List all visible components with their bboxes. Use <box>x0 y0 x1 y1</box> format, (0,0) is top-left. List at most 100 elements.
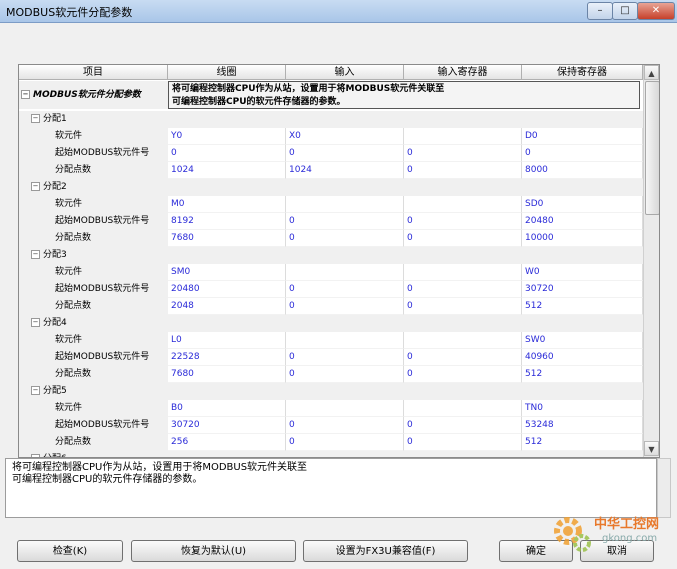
table-row[interactable]: 起始MODBUS软元件号 20480 0 0 30720 <box>19 281 643 298</box>
value-cell[interactable]: 512 <box>522 366 643 383</box>
collapse-icon[interactable]: − <box>21 90 30 99</box>
value-cell[interactable]: L0 <box>168 332 286 349</box>
value-cell[interactable] <box>404 264 522 281</box>
value-cell[interactable] <box>404 196 522 213</box>
cancel-button[interactable]: 取消 <box>580 540 654 562</box>
group-row[interactable]: −分配6 <box>19 451 643 457</box>
value-cell[interactable]: 53248 <box>522 417 643 434</box>
minimize-button[interactable]: – <box>587 2 613 20</box>
value-cell[interactable]: 2048 <box>168 298 286 315</box>
value-cell[interactable]: 1024 <box>286 162 404 179</box>
value-cell[interactable]: Y0 <box>168 128 286 145</box>
value-cell[interactable]: 30720 <box>522 281 643 298</box>
group-row[interactable]: − 分配5 <box>19 383 643 400</box>
value-cell[interactable]: SW0 <box>522 332 643 349</box>
value-cell[interactable]: 256 <box>168 434 286 451</box>
value-cell[interactable]: 40960 <box>522 349 643 366</box>
group-row[interactable]: − 分配4 <box>19 315 643 332</box>
scroll-thumb[interactable] <box>645 81 659 215</box>
group-row[interactable]: − 分配2 <box>19 179 643 196</box>
value-cell[interactable]: 7680 <box>168 366 286 383</box>
value-cell[interactable] <box>404 400 522 417</box>
table-row[interactable]: 软元件 L0 SW0 <box>19 332 643 349</box>
collapse-icon[interactable]: − <box>31 114 40 123</box>
restore-default-button[interactable]: 恢复为默认(U) <box>131 540 296 562</box>
value-cell[interactable]: 30720 <box>168 417 286 434</box>
close-button[interactable]: ✕ <box>637 2 675 20</box>
grid-vertical-scrollbar[interactable]: ▲ ▼ <box>643 65 659 457</box>
scroll-up-arrow-icon[interactable]: ▲ <box>644 65 659 80</box>
table-row[interactable]: 软元件 M0 SD0 <box>19 196 643 213</box>
value-cell[interactable] <box>286 332 404 349</box>
value-cell[interactable]: 0 <box>404 366 522 383</box>
value-cell[interactable]: 0 <box>168 145 286 162</box>
collapse-icon[interactable]: − <box>31 386 40 395</box>
column-header-input-register[interactable]: 输入寄存器 <box>404 65 522 80</box>
table-row[interactable]: 分配点数 2048 0 0 512 <box>19 298 643 315</box>
column-header-item[interactable]: 项目 <box>19 65 168 80</box>
value-cell[interactable] <box>286 196 404 213</box>
value-cell[interactable]: 0 <box>286 434 404 451</box>
value-cell[interactable] <box>404 332 522 349</box>
description-scrollbar[interactable] <box>657 458 671 518</box>
table-row[interactable]: 软元件 B0 TN0 <box>19 400 643 417</box>
check-button[interactable]: 检查(K) <box>17 540 123 562</box>
value-cell[interactable]: 0 <box>404 434 522 451</box>
maximize-button[interactable]: □ <box>612 2 638 20</box>
collapse-icon[interactable]: − <box>31 182 40 191</box>
value-cell[interactable]: 0 <box>522 145 643 162</box>
value-cell[interactable]: 0 <box>286 213 404 230</box>
value-cell[interactable]: M0 <box>168 196 286 213</box>
table-row[interactable]: 分配点数 7680 0 0 512 <box>19 366 643 383</box>
column-header-coil[interactable]: 线圈 <box>168 65 286 80</box>
value-cell[interactable]: 20480 <box>168 281 286 298</box>
value-cell[interactable]: 0 <box>404 213 522 230</box>
table-row[interactable]: 起始MODBUS软元件号 0 0 0 0 <box>19 145 643 162</box>
scroll-down-arrow-icon[interactable]: ▼ <box>644 441 659 456</box>
table-row[interactable]: 起始MODBUS软元件号 8192 0 0 20480 <box>19 213 643 230</box>
value-cell[interactable]: TN0 <box>522 400 643 417</box>
column-header-input[interactable]: 输入 <box>286 65 404 80</box>
value-cell[interactable]: 10000 <box>522 230 643 247</box>
value-cell[interactable]: 0 <box>404 298 522 315</box>
group-row[interactable]: − 分配3 <box>19 247 643 264</box>
collapse-icon[interactable]: − <box>31 318 40 327</box>
value-cell[interactable]: SM0 <box>168 264 286 281</box>
value-cell[interactable]: 0 <box>404 417 522 434</box>
value-cell[interactable]: 0 <box>404 281 522 298</box>
value-cell[interactable]: 22528 <box>168 349 286 366</box>
table-row[interactable]: 软元件 SM0 W0 <box>19 264 643 281</box>
value-cell[interactable]: 1024 <box>168 162 286 179</box>
value-cell[interactable] <box>286 400 404 417</box>
value-cell[interactable]: 8192 <box>168 213 286 230</box>
value-cell[interactable]: 0 <box>286 366 404 383</box>
value-cell[interactable]: W0 <box>522 264 643 281</box>
value-cell[interactable]: 7680 <box>168 230 286 247</box>
group-row[interactable]: − 分配1 <box>19 111 643 128</box>
value-cell[interactable]: X0 <box>286 128 404 145</box>
table-row[interactable]: 分配点数 7680 0 0 10000 <box>19 230 643 247</box>
value-cell[interactable] <box>286 264 404 281</box>
value-cell[interactable]: 0 <box>286 298 404 315</box>
value-cell[interactable]: 512 <box>522 298 643 315</box>
fx3u-compatible-button[interactable]: 设置为FX3U兼容值(F) <box>303 540 468 562</box>
ok-button[interactable]: 确定 <box>499 540 573 562</box>
value-cell[interactable] <box>404 128 522 145</box>
column-header-holding-register[interactable]: 保持寄存器 <box>522 65 643 80</box>
value-cell[interactable]: 0 <box>286 349 404 366</box>
value-cell[interactable]: 0 <box>404 230 522 247</box>
parameter-grid[interactable]: 项目 线圈 输入 输入寄存器 保持寄存器 − MODBUS软元件分配参数 将可编程… <box>18 64 660 458</box>
value-cell[interactable]: 20480 <box>522 213 643 230</box>
value-cell[interactable]: 0 <box>286 230 404 247</box>
value-cell[interactable]: 0 <box>286 281 404 298</box>
value-cell[interactable]: 8000 <box>522 162 643 179</box>
value-cell[interactable]: 0 <box>404 162 522 179</box>
table-row[interactable]: 软元件 Y0 X0 D0 <box>19 128 643 145</box>
value-cell[interactable]: 0 <box>404 349 522 366</box>
value-cell[interactable]: 0 <box>404 145 522 162</box>
table-row[interactable]: 起始MODBUS软元件号 30720 0 0 53248 <box>19 417 643 434</box>
value-cell[interactable]: B0 <box>168 400 286 417</box>
value-cell[interactable]: 0 <box>286 417 404 434</box>
table-row[interactable]: 起始MODBUS软元件号 22528 0 0 40960 <box>19 349 643 366</box>
value-cell[interactable]: SD0 <box>522 196 643 213</box>
